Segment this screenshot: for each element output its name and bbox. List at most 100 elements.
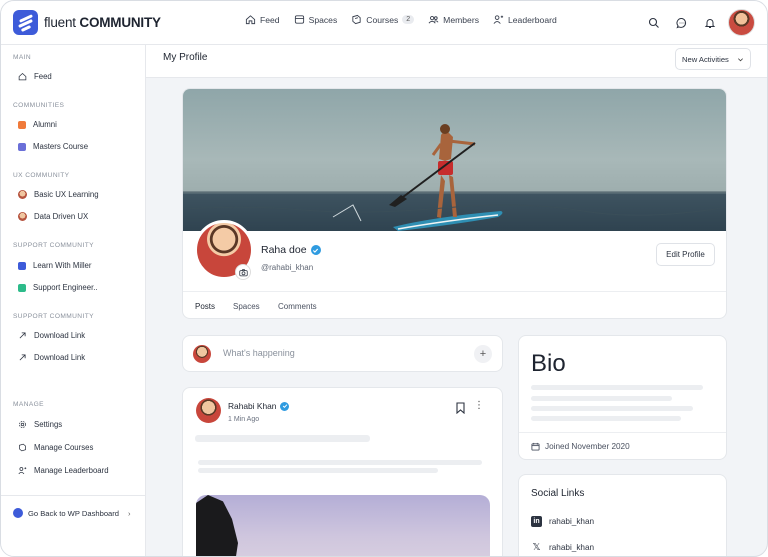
notifications-button[interactable] [700, 13, 720, 33]
chevron-down-icon [738, 57, 743, 61]
composer-placeholder[interactable]: What's happening [223, 348, 295, 358]
bell-icon [704, 18, 716, 28]
sidebar: MAIN Feed COMMUNITIES Alumni Masters Cou… [1, 45, 146, 556]
nav-courses[interactable]: Courses 2 [351, 14, 415, 25]
page-title: My Profile [163, 52, 208, 63]
back-to-wp-link[interactable]: Go Back to WP Dashboard › [13, 508, 131, 518]
activity-filter-select[interactable]: New Activities [675, 48, 751, 70]
sidebar-item-manage-courses[interactable]: Manage Courses [18, 443, 93, 452]
top-nav: Feed Spaces Courses 2 Members Leaderboar… [245, 14, 557, 25]
sidebar-item-masters-course[interactable]: Masters Course [18, 142, 88, 151]
miller-color-icon [18, 261, 26, 270]
courses-count-badge: 2 [402, 15, 415, 24]
leaderboard-icon [18, 467, 27, 475]
sidebar-item-data-driven-ux[interactable]: Data Driven UX [18, 212, 88, 221]
edit-profile-button[interactable]: Edit Profile [656, 243, 715, 266]
divider [519, 432, 726, 433]
members-icon [428, 16, 439, 24]
cover-photo[interactable] [183, 89, 726, 231]
skeleton-line [198, 468, 438, 473]
top-bar: fluent COMMUNITY Feed Spaces Courses 2 M… [1, 1, 767, 45]
home-icon [18, 72, 27, 81]
bookmark-button[interactable] [455, 402, 466, 417]
sidebar-item-feed[interactable]: Feed [18, 72, 52, 81]
bio-card: Bio Joined November 2020 [518, 335, 727, 460]
tab-comments[interactable]: Comments [278, 302, 317, 311]
sidebar-section-communities: COMMUNITIES [13, 102, 65, 109]
nav-feed[interactable]: Feed [245, 14, 280, 25]
messages-button[interactable] [672, 13, 692, 33]
home-icon [245, 15, 256, 25]
sidebar-section-main: MAIN [13, 54, 32, 61]
bookmark-icon [456, 402, 465, 415]
sidebar-item-download-link-2[interactable]: Download Link [18, 353, 85, 362]
profile-tabs: Posts Spaces Comments [183, 291, 726, 318]
nav-spaces[interactable]: Spaces [294, 14, 337, 25]
skeleton-line [195, 435, 370, 442]
profile-handle: @rahabi_khan [261, 263, 314, 272]
nav-members[interactable]: Members [428, 14, 479, 25]
chat-icon [676, 17, 687, 28]
social-link-linkedin[interactable]: in rahabi_khan [531, 516, 594, 527]
profile-name: Raha doe [261, 244, 321, 256]
joined-date: Joined November 2020 [531, 442, 630, 451]
sidebar-item-download-link-1[interactable]: Download Link [18, 331, 85, 340]
rock-silhouette [196, 495, 238, 556]
calendar-icon [531, 442, 540, 451]
brand-name: fluent COMMUNITY [44, 15, 161, 30]
space-avatar-icon [18, 212, 27, 221]
skeleton-line [531, 406, 693, 411]
sidebar-footer: Go Back to WP Dashboard › [1, 495, 145, 556]
courses-icon [19, 443, 26, 452]
nav-leaderboard[interactable]: Leaderboard [493, 14, 557, 25]
skeleton-line [531, 385, 703, 390]
sidebar-item-basic-ux[interactable]: Basic UX Learning [18, 190, 99, 199]
sidebar-item-manage-leaderboard[interactable]: Manage Leaderboard [18, 466, 109, 475]
masters-color-icon [18, 142, 26, 151]
sidebar-section-support-2: SUPPORT COMMUNITY [13, 313, 94, 320]
sidebar-section-ux: UX COMMUNITY [13, 172, 70, 179]
search-button[interactable] [644, 13, 664, 33]
page-header: My Profile New Activities [146, 45, 767, 78]
brand-logo[interactable]: fluent COMMUNITY [13, 10, 161, 35]
profile-card: Raha doe @rahabi_khan Edit Profile Posts… [182, 88, 727, 319]
external-link-icon [19, 354, 26, 361]
app-window: fluent COMMUNITY Feed Spaces Courses 2 M… [0, 0, 768, 557]
logo-mark-icon [13, 10, 38, 35]
post-author-avatar[interactable] [196, 398, 221, 423]
sidebar-item-support-engineer[interactable]: Support Engineer.. [18, 283, 98, 292]
courses-icon [352, 14, 361, 25]
tab-posts[interactable]: Posts [195, 302, 215, 311]
skeleton-line [531, 396, 672, 401]
chevron-right-icon: › [128, 508, 131, 518]
leaderboard-icon [493, 15, 504, 24]
skeleton-line [531, 416, 681, 421]
cover-scene [183, 124, 726, 231]
post-composer[interactable]: What's happening + [182, 335, 503, 372]
sidebar-item-learn-with-miller[interactable]: Learn With Miller [18, 261, 92, 270]
search-icon [648, 17, 659, 28]
linkedin-icon: in [531, 516, 542, 527]
social-link-x[interactable]: 𝕏 rahabi_khan [531, 542, 594, 553]
sidebar-section-manage: MANAGE [13, 401, 44, 408]
change-photo-button[interactable] [235, 264, 251, 280]
external-link-icon [19, 332, 26, 339]
support-color-icon [18, 283, 26, 292]
x-icon: 𝕏 [532, 542, 541, 553]
social-links-title: Social Links [531, 488, 585, 499]
social-links-card: Social Links in rahabi_khan 𝕏 rahabi_kha… [518, 474, 727, 556]
sidebar-item-alumni[interactable]: Alumni [18, 120, 57, 129]
top-right-actions [644, 9, 755, 36]
add-post-button[interactable]: + [474, 345, 492, 363]
gear-icon [19, 421, 26, 428]
sidebar-section-support: SUPPORT COMMUNITY [13, 242, 94, 249]
verified-icon [310, 245, 321, 255]
sidebar-item-settings[interactable]: Settings [18, 420, 62, 429]
post-author[interactable]: Rahabi Khan [228, 401, 290, 411]
more-options-icon[interactable]: ⋮ [474, 400, 484, 411]
tab-spaces[interactable]: Spaces [233, 302, 260, 311]
user-avatar[interactable] [728, 9, 755, 36]
post-image[interactable] [196, 495, 490, 556]
wordpress-icon [13, 508, 23, 518]
composer-avatar [193, 345, 211, 363]
